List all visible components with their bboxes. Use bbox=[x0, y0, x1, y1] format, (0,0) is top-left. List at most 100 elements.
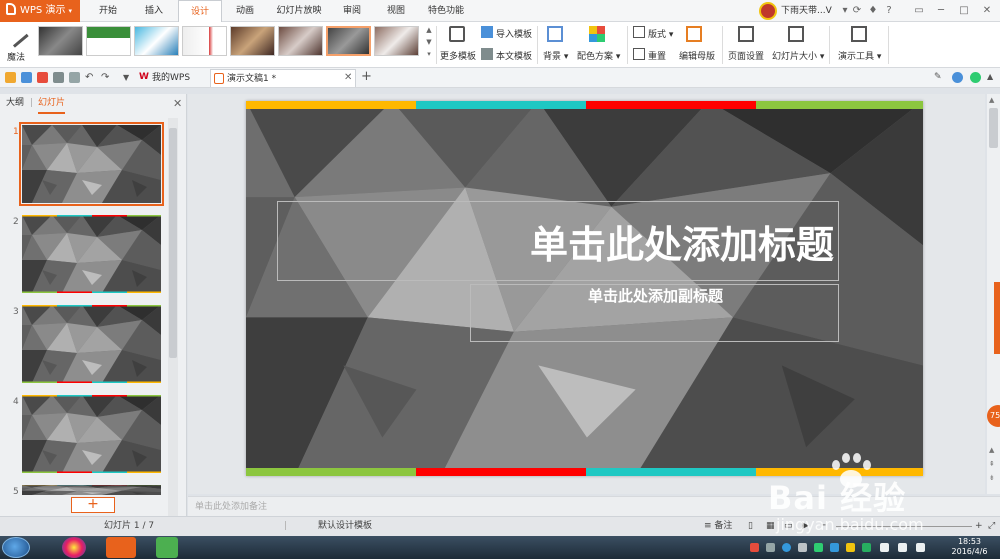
scroll-up-icon[interactable]: ▲ bbox=[989, 96, 994, 104]
template-thumb[interactable] bbox=[230, 26, 275, 56]
template-thumb[interactable] bbox=[86, 26, 131, 56]
tray-icon[interactable] bbox=[846, 543, 855, 552]
tab-my-wps[interactable]: W 我的WPS bbox=[136, 69, 202, 87]
volume-icon[interactable] bbox=[916, 543, 925, 552]
tab-home[interactable]: 开始 bbox=[86, 0, 130, 22]
template-thumb[interactable] bbox=[38, 26, 83, 56]
tray-icon[interactable] bbox=[750, 543, 759, 552]
tab-slideshow[interactable]: 幻灯片放映 bbox=[268, 0, 330, 22]
clock[interactable]: 18:53 2016/4/6 bbox=[942, 537, 997, 557]
network-icon[interactable] bbox=[898, 543, 907, 552]
close-panel-icon[interactable]: ✕ bbox=[173, 95, 182, 113]
normal-view-icon[interactable]: ▯ bbox=[748, 517, 753, 536]
tray-icon[interactable] bbox=[862, 543, 871, 552]
import-template-button[interactable]: 导入模板 bbox=[496, 27, 532, 40]
edit-master-button[interactable]: 编辑母版 bbox=[679, 49, 715, 62]
slide-thumbnail-5[interactable] bbox=[22, 485, 161, 495]
tab-outline[interactable]: 大纲 bbox=[6, 94, 24, 112]
this-template-button[interactable]: 本文模板 bbox=[496, 49, 532, 62]
title-placeholder[interactable]: 单击此处添加标题 bbox=[277, 201, 839, 281]
background-button[interactable]: 背景 ▾ bbox=[543, 49, 568, 62]
subtitle-placeholder[interactable]: 单击此处添加副标题 bbox=[470, 284, 839, 342]
stripe-top-3 bbox=[586, 101, 756, 109]
scroll-thumb[interactable] bbox=[989, 108, 998, 148]
start-button[interactable] bbox=[2, 537, 30, 558]
dropdown-icon[interactable]: ▾ bbox=[839, 5, 851, 17]
close-doc-tab-icon[interactable]: ✕ bbox=[344, 72, 352, 83]
slide-size-button[interactable]: 幻灯片大小 ▾ bbox=[772, 49, 824, 62]
tab-special[interactable]: 特色功能 bbox=[420, 0, 472, 22]
side-panel-toggle[interactable] bbox=[994, 282, 1000, 354]
magic-button[interactable]: 魔法 bbox=[3, 22, 29, 64]
zoom-in-icon[interactable]: + bbox=[975, 517, 983, 536]
tab-review[interactable]: 审阅 bbox=[332, 0, 372, 22]
new-tab-icon[interactable]: + bbox=[361, 69, 372, 84]
tray-icon[interactable] bbox=[782, 543, 791, 552]
undo-icon[interactable]: ↶ bbox=[85, 72, 96, 83]
slide-thumbnail-4[interactable] bbox=[22, 395, 161, 473]
tray-icon[interactable] bbox=[814, 543, 823, 552]
tab-insert[interactable]: 插入 bbox=[132, 0, 176, 22]
notes-toggle[interactable]: ≡ 备注 bbox=[704, 517, 732, 536]
pin-icon[interactable]: ✎ bbox=[934, 72, 945, 83]
close-icon[interactable]: ✕ bbox=[981, 5, 993, 17]
next-slide-icon[interactable]: ⇟ bbox=[989, 474, 995, 482]
slide-thumbnail-2[interactable] bbox=[22, 215, 161, 293]
tray-icon[interactable] bbox=[766, 543, 775, 552]
prev-slide-icon[interactable]: ⇞ bbox=[989, 460, 995, 468]
template-thumb[interactable] bbox=[374, 26, 419, 56]
export-pdf-icon[interactable] bbox=[37, 72, 48, 83]
color-scheme-button[interactable]: 配色方案 ▾ bbox=[577, 49, 620, 62]
template-gallery-scroll[interactable]: ▲ ▼ ▾ bbox=[424, 24, 434, 62]
avatar[interactable] bbox=[759, 2, 777, 20]
collapse-ribbon-icon[interactable]: ▲ bbox=[987, 72, 998, 83]
template-thumb[interactable] bbox=[278, 26, 323, 56]
redo-icon[interactable]: ↷ bbox=[101, 72, 112, 83]
user-area[interactable]: 下雨天带...V ▾ ⟳ ♦ ? ▭ ─ □ ✕ bbox=[755, 0, 1000, 22]
skin-icon[interactable]: ♦ bbox=[867, 5, 879, 17]
open-icon[interactable] bbox=[5, 72, 16, 83]
layout-button[interactable]: 版式 ▾ bbox=[648, 27, 673, 40]
scroll-thumb[interactable] bbox=[169, 128, 177, 358]
page-setup-button[interactable]: 页面设置 bbox=[728, 49, 764, 62]
cloud-icon[interactable] bbox=[952, 72, 963, 83]
maximize-icon[interactable]: □ bbox=[958, 5, 970, 17]
sync-icon[interactable]: ⟳ bbox=[851, 5, 863, 17]
slide-thumbnail-1[interactable] bbox=[19, 122, 164, 206]
template-thumb[interactable] bbox=[182, 26, 227, 56]
tab-animation[interactable]: 动画 bbox=[224, 0, 266, 22]
user-name[interactable]: 下雨天带...V bbox=[781, 0, 832, 22]
tray-icon[interactable] bbox=[830, 543, 839, 552]
print-icon[interactable] bbox=[53, 72, 64, 83]
tab-view[interactable]: 视图 bbox=[374, 0, 418, 22]
template-thumb[interactable] bbox=[134, 26, 179, 56]
add-slide-button[interactable]: + bbox=[71, 497, 115, 513]
slides-scrollbar[interactable] bbox=[168, 118, 178, 516]
scroll-up-icon[interactable]: ▲ bbox=[989, 446, 994, 454]
tray-icon[interactable] bbox=[798, 543, 807, 552]
fit-window-icon[interactable]: ⤢ bbox=[988, 517, 995, 536]
subtitle-placeholder-text[interactable]: 单击此处添加副标题 bbox=[471, 285, 840, 307]
present-tools-button[interactable]: 演示工具 ▾ bbox=[838, 49, 881, 62]
taskbar-app-icon[interactable] bbox=[156, 537, 178, 558]
customize-dropdown-icon[interactable]: ▼ bbox=[123, 72, 134, 83]
slide-thumbnail-3[interactable] bbox=[22, 305, 161, 383]
minimize-icon[interactable]: ─ bbox=[935, 5, 947, 17]
save-icon[interactable] bbox=[21, 72, 32, 83]
tab-document[interactable]: 演示文稿1 * bbox=[210, 69, 356, 87]
help-icon[interactable]: ? bbox=[883, 5, 895, 17]
tab-design[interactable]: 设计 bbox=[178, 0, 222, 23]
title-placeholder-text[interactable]: 单击此处添加标题 bbox=[278, 214, 834, 269]
restore-ribbon-icon[interactable]: ▭ bbox=[913, 5, 925, 17]
tab-slides[interactable]: 幻灯片 bbox=[38, 94, 66, 114]
reset-button[interactable]: 重置 bbox=[648, 49, 666, 62]
share-icon[interactable] bbox=[970, 72, 981, 83]
template-thumb-selected[interactable] bbox=[326, 26, 371, 56]
slide-canvas[interactable]: 单击此处添加标题 单击此处添加副标题 bbox=[246, 101, 923, 476]
more-templates-button[interactable]: 更多模板 bbox=[440, 49, 476, 62]
color-app-icon[interactable] bbox=[62, 537, 86, 558]
tray-icon[interactable] bbox=[880, 543, 889, 552]
app-menu-button[interactable]: WPS 演示 ▾ bbox=[0, 0, 80, 22]
preview-icon[interactable] bbox=[69, 72, 80, 83]
wps-presentation-taskbar-icon[interactable] bbox=[106, 537, 136, 558]
